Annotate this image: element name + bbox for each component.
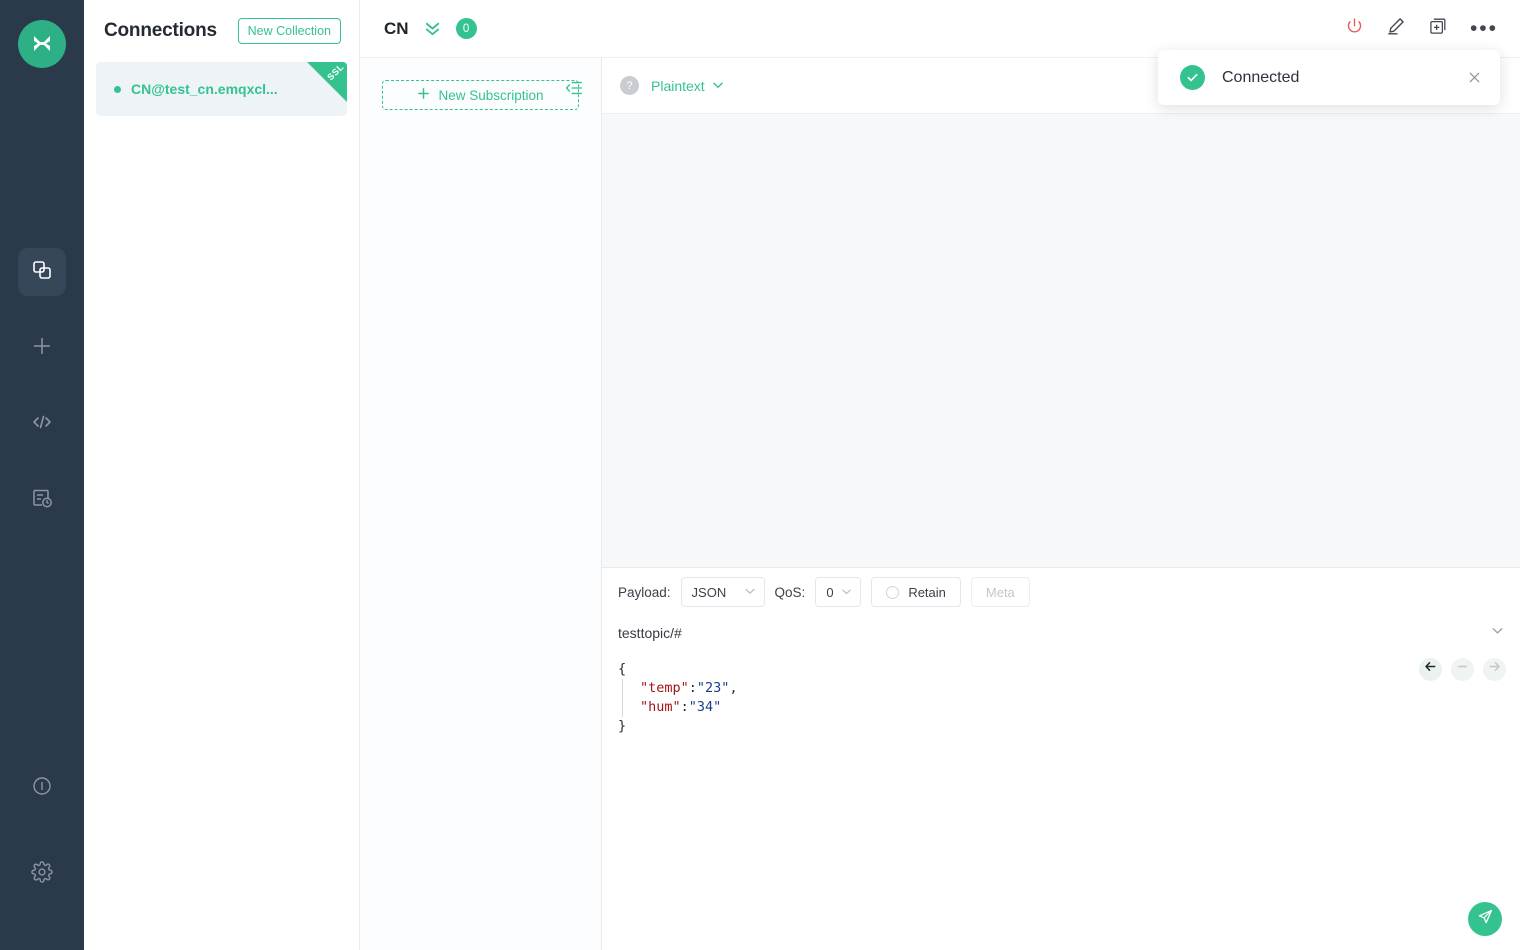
qos-label: QoS: (775, 585, 806, 600)
subscriptions-panel: New Subscription (360, 58, 602, 950)
editor-line-4: } (618, 717, 1504, 736)
publish-panel: Payload: JSON QoS: 0 (602, 567, 1520, 950)
editor-line-2: "temp":"23", (640, 679, 1504, 698)
code-brackets-icon (30, 410, 54, 439)
collapse-panel-icon[interactable] (564, 78, 584, 103)
chevron-down-icon (712, 78, 724, 94)
chevron-down-icon (744, 585, 756, 600)
json-value-temp: "23" (697, 680, 730, 696)
sidebar-item-log[interactable] (18, 476, 66, 524)
sidebar-item-connections[interactable] (18, 248, 66, 296)
history-next-button[interactable] (1483, 658, 1506, 681)
duplicate-plus-icon (1428, 16, 1448, 41)
info-icon (31, 775, 53, 802)
connections-icon (31, 259, 53, 286)
history-prev-button[interactable] (1419, 658, 1442, 681)
help-circle-icon[interactable]: ? (620, 76, 639, 95)
retain-checkbox[interactable]: Retain (871, 577, 961, 607)
chevron-down-icon[interactable] (1491, 624, 1504, 642)
status-dot-icon (114, 86, 121, 93)
json-value-hum: "34" (689, 699, 722, 715)
page-title: Connections (104, 20, 217, 42)
messages-list (602, 114, 1520, 567)
json-comma: , (729, 680, 737, 696)
edit-connection-button[interactable] (1386, 16, 1406, 41)
sidebar-item-new-connection[interactable] (18, 324, 66, 372)
history-clear-button[interactable] (1451, 658, 1474, 681)
connection-title: CN (384, 19, 409, 39)
editor-json-body: "temp":"23", "hum":"34" (622, 679, 1504, 717)
json-key-temp: "temp" (640, 680, 689, 696)
payload-format-label: Plaintext (651, 78, 705, 94)
toast-message: Connected (1222, 69, 1299, 87)
rail-nav-items (18, 248, 66, 524)
message-count-badge: 0 (456, 18, 477, 39)
history-nav-buttons (1419, 658, 1506, 681)
arrow-left-icon (1424, 660, 1437, 679)
sidebar-item-scripts[interactable] (18, 400, 66, 448)
payload-format-select[interactable]: Plaintext (651, 78, 724, 94)
topic-input-row[interactable]: testtopic/# (602, 616, 1520, 650)
plus-icon (30, 334, 54, 363)
messages-column: ? Plaintext Payload: (602, 58, 1520, 950)
qos-select[interactable]: 0 (815, 577, 861, 607)
close-icon[interactable] (1467, 70, 1482, 85)
topic-input[interactable]: testtopic/# (618, 625, 682, 641)
sidebar-item-about[interactable] (18, 764, 66, 812)
qos-value: 0 (826, 585, 833, 600)
pencil-icon (1386, 16, 1406, 41)
chevron-double-down-icon[interactable] (423, 19, 442, 38)
editor-line-3: "hum":"34" (640, 698, 1504, 717)
new-subscription-label: New Subscription (438, 88, 543, 103)
new-window-button[interactable] (1428, 16, 1448, 41)
json-colon: : (681, 699, 689, 715)
ellipsis-icon: ••• (1470, 24, 1498, 34)
minus-icon (1456, 660, 1469, 679)
send-plane-icon (1477, 908, 1494, 931)
mqttx-app-window: Connections New Collection CN@test_cn.em… (0, 0, 1520, 950)
json-colon: : (689, 680, 697, 696)
connections-header: Connections New Collection (84, 0, 359, 62)
new-collection-button[interactable]: New Collection (238, 18, 341, 44)
gear-icon (31, 861, 53, 888)
send-button[interactable] (1468, 902, 1502, 936)
content-row: New Subscription ? Plaintext (360, 58, 1520, 950)
meta-button[interactable]: Meta (971, 577, 1030, 607)
arrow-right-icon (1488, 660, 1501, 679)
payload-type-select[interactable]: JSON (681, 577, 765, 607)
topbar-actions: ••• (1345, 16, 1498, 41)
new-subscription-button[interactable]: New Subscription (382, 80, 579, 110)
plus-icon (417, 87, 430, 103)
retain-label: Retain (908, 585, 946, 600)
json-brace-close: } (618, 718, 626, 734)
payload-label: Payload: (618, 585, 671, 600)
check-circle-icon (1180, 65, 1205, 90)
connections-list: CN@test_cn.emqxcl... SSL (84, 62, 359, 116)
list-item[interactable]: CN@test_cn.emqxcl... SSL (96, 62, 347, 116)
meta-label: Meta (986, 585, 1015, 600)
left-icon-rail (0, 0, 84, 950)
connection-name: CN@test_cn.emqxcl... (131, 81, 278, 97)
connections-panel: Connections New Collection CN@test_cn.em… (84, 0, 360, 950)
sidebar-item-settings[interactable] (18, 850, 66, 898)
rail-bottom-items (0, 764, 84, 898)
power-icon (1345, 17, 1364, 41)
more-button[interactable]: ••• (1470, 24, 1498, 34)
mqttx-logo-icon (18, 20, 66, 68)
json-key-hum: "hum" (640, 699, 681, 715)
payload-editor[interactable]: { "temp":"23", "hum":"34" } (602, 650, 1520, 950)
radio-icon (886, 586, 899, 599)
toast-notification: Connected (1158, 50, 1500, 105)
json-brace-open: { (618, 661, 626, 677)
chevron-down-icon (841, 585, 852, 600)
editor-line-1: { (618, 660, 1504, 679)
payload-type-value: JSON (692, 585, 727, 600)
log-history-icon (31, 487, 53, 514)
disconnect-button[interactable] (1345, 17, 1364, 41)
main-area: CN 0 (360, 0, 1520, 950)
publish-toolbar: Payload: JSON QoS: 0 (602, 568, 1520, 616)
